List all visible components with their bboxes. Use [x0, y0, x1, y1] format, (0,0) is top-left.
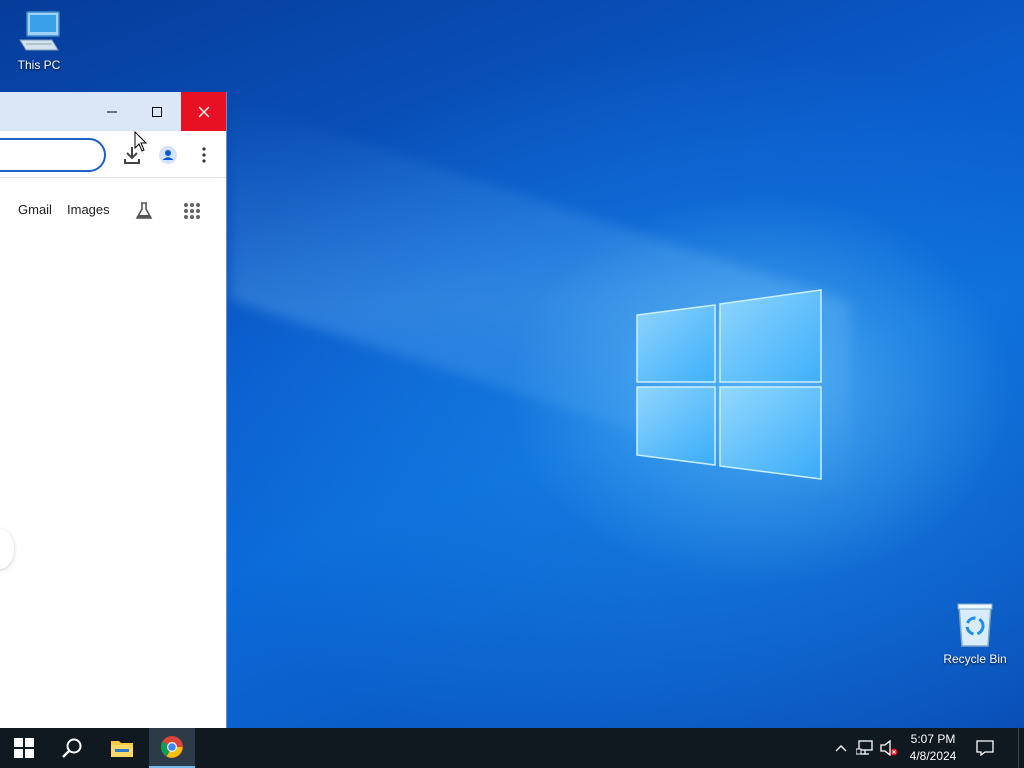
close-icon [198, 106, 209, 117]
show-hidden-icons-button[interactable] [830, 728, 852, 768]
clock-date[interactable]: 4/8/2024 [903, 749, 963, 763]
show-desktop-button[interactable] [1018, 728, 1024, 768]
windows-logo-graphic [636, 289, 822, 480]
network-button[interactable] [853, 728, 877, 768]
taskbar: 5:07 PM 4/8/2024 [0, 728, 1024, 768]
page-content: Gmail Images [0, 179, 226, 728]
clock-time[interactable]: 5:07 PM [903, 732, 963, 746]
start-icon [14, 738, 34, 758]
desktop-icon-recycle-bin[interactable]: Recycle Bin [937, 602, 1013, 666]
kebab-menu-icon [202, 147, 206, 163]
file-explorer-button[interactable] [99, 728, 145, 768]
mouse-cursor-icon [134, 131, 148, 152]
address-bar[interactable] [0, 138, 106, 172]
gmail-link[interactable]: Gmail [18, 202, 52, 217]
volume-muted-icon [880, 740, 898, 756]
recycle-bin-icon [957, 603, 993, 647]
notification-icon [976, 740, 994, 756]
close-button[interactable] [181, 92, 226, 131]
search-button[interactable] [49, 728, 95, 768]
recycle-bin-label: Recycle Bin [943, 652, 1007, 666]
network-icon [856, 740, 873, 755]
google-apps-button[interactable] [181, 200, 203, 222]
minimize-icon [106, 111, 117, 112]
browser-toolbar [0, 131, 226, 178]
search-icon [62, 738, 82, 758]
window-titlebar[interactable] [0, 92, 226, 131]
browser-menu-button[interactable] [193, 144, 215, 166]
file-explorer-icon [111, 741, 133, 757]
this-pc-icon [19, 11, 60, 51]
profile-icon [159, 146, 177, 164]
floating-circle-button[interactable] [0, 529, 14, 569]
chrome-taskbar-button[interactable] [149, 728, 195, 768]
labs-flask-icon [135, 202, 153, 219]
maximize-icon [151, 106, 162, 117]
images-link[interactable]: Images [67, 202, 110, 217]
start-button[interactable] [1, 728, 47, 768]
this-pc-label: This PC [17, 58, 61, 72]
labs-button[interactable] [133, 200, 155, 222]
chrome-icon [161, 736, 183, 758]
apps-grid-icon [184, 203, 200, 219]
maximize-button[interactable] [134, 92, 179, 131]
action-center-button[interactable] [970, 728, 1000, 768]
desktop-icon-this-pc[interactable]: This PC [1, 10, 77, 72]
chevron-up-icon [835, 745, 847, 752]
chrome-window: Gmail Images [0, 92, 227, 728]
volume-button[interactable] [877, 728, 901, 768]
profile-button[interactable] [157, 144, 179, 166]
minimize-button[interactable] [89, 92, 134, 131]
